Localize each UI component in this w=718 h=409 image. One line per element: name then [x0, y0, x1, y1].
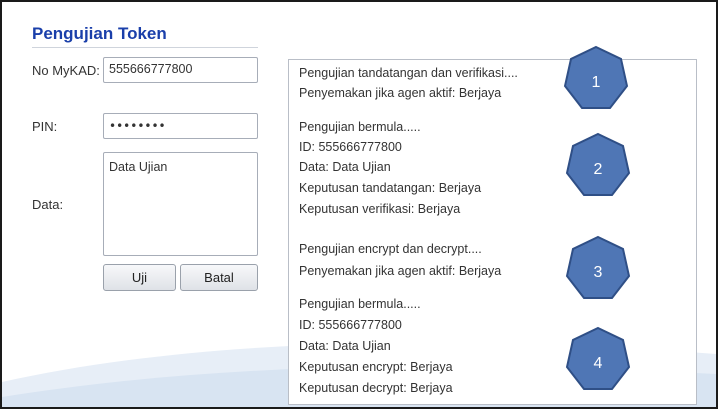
data-value: Data Ujian	[109, 160, 168, 174]
log-line: Keputusan decrypt: Berjaya	[299, 381, 453, 395]
title-divider	[32, 47, 258, 48]
step-badge-4: 4	[564, 326, 632, 394]
log-line: ID: 555666777800	[299, 140, 402, 154]
badge-number: 4	[593, 355, 603, 372]
log-line: Pengujian encrypt dan decrypt....	[299, 242, 482, 256]
log-line: Data: Data Ujian	[299, 339, 391, 353]
log-line: Pengujian tandatangan dan verifikasi....	[299, 66, 518, 80]
data-label: Data:	[32, 197, 64, 212]
window-frame: Pengujian Token No MyKAD: 555666777800 P…	[0, 0, 718, 409]
pin-input[interactable]: ••••••••	[103, 113, 258, 139]
log-line: Pengujian bermula.....	[299, 120, 421, 134]
step-badge-2: 2	[564, 132, 632, 200]
step-badge-1: 1	[562, 45, 630, 113]
badge-number: 2	[593, 161, 603, 178]
pin-label: PIN:	[32, 119, 58, 134]
log-line: Penyemakan jika agen aktif: Berjaya	[299, 86, 502, 100]
data-textarea[interactable]: Data Ujian	[103, 152, 258, 256]
result-log[interactable]: Pengujian tandatangan dan verifikasi....…	[288, 59, 697, 405]
log-line: Keputusan encrypt: Berjaya	[299, 360, 453, 374]
log-line: Penyemakan jika agen aktif: Berjaya	[299, 264, 502, 278]
step-badge-3: 3	[564, 235, 632, 303]
page-title: Pengujian Token	[32, 24, 167, 43]
log-line: Keputusan verifikasi: Berjaya	[299, 202, 461, 216]
test-button[interactable]: Uji	[103, 264, 176, 291]
log-line: Pengujian bermula.....	[299, 297, 421, 311]
cancel-button[interactable]: Batal	[180, 264, 258, 291]
mykad-label: No MyKAD:	[32, 63, 100, 78]
log-line: ID: 555666777800	[299, 318, 402, 332]
log-line: Data: Data Ujian	[299, 160, 391, 174]
pin-value: ••••••••	[109, 119, 166, 133]
mykad-value: 555666777800	[109, 62, 193, 76]
mykad-input[interactable]: 555666777800	[103, 57, 258, 83]
badge-number: 1	[591, 74, 601, 91]
badge-number: 3	[593, 264, 603, 281]
log-line: Keputusan tandatangan: Berjaya	[299, 181, 482, 195]
